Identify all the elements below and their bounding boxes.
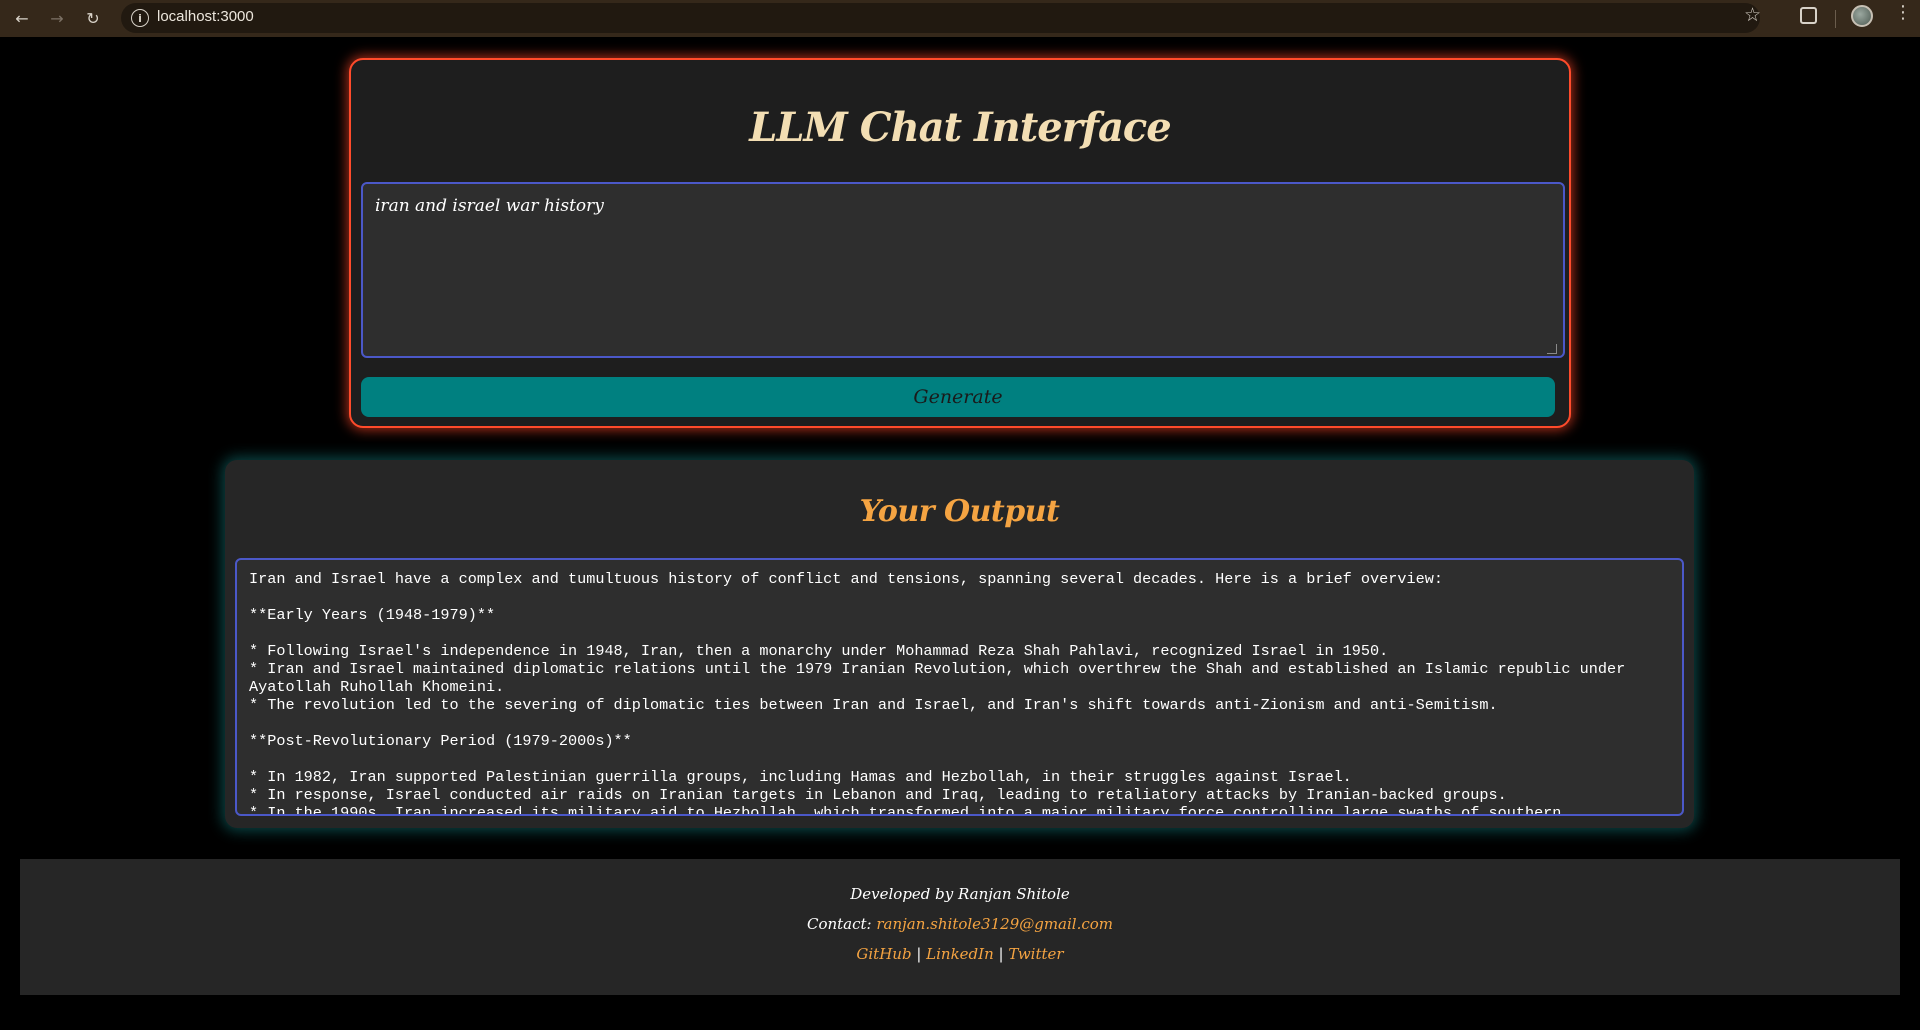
contact-email-link[interactable]: ranjan.shitole3129@gmail.com bbox=[876, 915, 1113, 933]
extensions-icon[interactable] bbox=[1800, 7, 1817, 24]
footer: Developed by Ranjan Shitole Contact: ran… bbox=[20, 859, 1900, 995]
reload-icon[interactable]: ↻ bbox=[81, 6, 105, 30]
chat-panel: LLM Chat Interface iran and israel war h… bbox=[349, 58, 1571, 428]
output-panel: Your Output Iran and Israel have a compl… bbox=[225, 460, 1694, 828]
back-arrow-icon[interactable]: ← bbox=[10, 6, 34, 30]
contact-label: Contact: bbox=[806, 915, 872, 933]
forward-arrow-icon[interactable]: → bbox=[45, 6, 69, 30]
social-links: GitHub | LinkedIn | Twitter bbox=[20, 945, 1900, 963]
address-bar[interactable]: i localhost:3000 bbox=[121, 3, 1760, 33]
profile-avatar-icon[interactable] bbox=[1851, 5, 1873, 27]
output-title: Your Output bbox=[859, 494, 1060, 529]
generate-button[interactable]: Generate bbox=[361, 377, 1555, 417]
bookmark-star-icon[interactable]: ☆ bbox=[1744, 4, 1761, 26]
link-separator: | bbox=[998, 945, 1004, 963]
chat-title: LLM Chat Interface bbox=[749, 104, 1171, 151]
site-info-icon[interactable]: i bbox=[131, 9, 149, 27]
linkedin-link[interactable]: LinkedIn bbox=[926, 945, 994, 963]
github-link[interactable]: GitHub bbox=[856, 945, 911, 963]
kebab-menu-icon[interactable]: ⋮ bbox=[1894, 4, 1912, 22]
output-box[interactable]: Iran and Israel have a complex and tumul… bbox=[235, 558, 1684, 816]
browser-toolbar: ← → ↻ i localhost:3000 ☆ ⋮ bbox=[0, 0, 1920, 37]
twitter-link[interactable]: Twitter bbox=[1008, 945, 1063, 963]
textarea-resize-handle[interactable] bbox=[1547, 344, 1557, 354]
output-text: Iran and Israel have a complex and tumul… bbox=[249, 570, 1626, 816]
contact-line: Contact: ranjan.shitole3129@gmail.com bbox=[20, 915, 1900, 933]
toolbar-divider bbox=[1835, 10, 1836, 28]
developed-by-text: Developed by Ranjan Shitole bbox=[850, 885, 1070, 903]
prompt-textarea[interactable]: iran and israel war history bbox=[361, 182, 1565, 358]
link-separator: | bbox=[916, 945, 922, 963]
developer-credit: Developed by Ranjan Shitole bbox=[20, 885, 1900, 903]
url-text[interactable]: localhost:3000 bbox=[157, 8, 254, 25]
